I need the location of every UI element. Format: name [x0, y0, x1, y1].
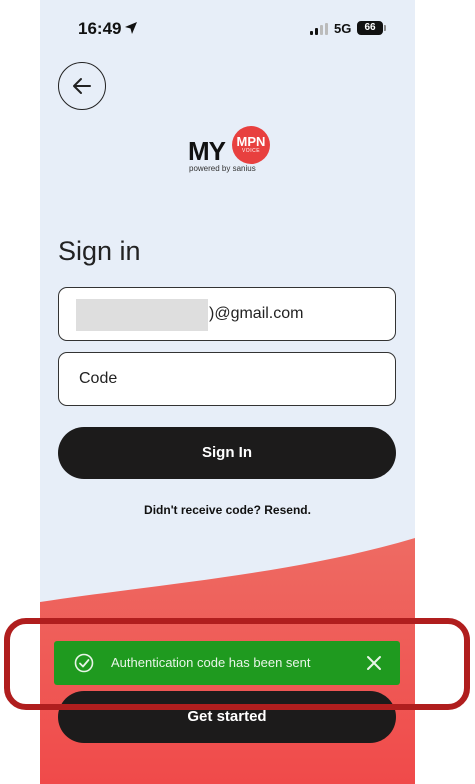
- status-bar: 16:49 5G 66: [40, 0, 415, 56]
- code-placeholder: Code: [79, 370, 118, 387]
- logo-badge: MPN VOICE: [232, 126, 270, 164]
- app-logo: MY MPN VOICE powered by sanius: [188, 124, 288, 176]
- email-value: )@gmail.com: [209, 305, 304, 322]
- location-arrow-icon: [125, 22, 137, 34]
- page-title: Sign in: [58, 236, 141, 266]
- arrow-left-icon: [73, 78, 91, 94]
- email-field[interactable]: )@gmail.com: [58, 287, 396, 341]
- status-time: 16:49: [78, 19, 122, 38]
- code-field[interactable]: Code: [58, 352, 396, 406]
- redacted-block: [76, 299, 208, 331]
- resend-link[interactable]: Didn't receive code? Resend.: [40, 503, 415, 517]
- logo-mpn-text: MPN: [236, 134, 266, 149]
- sign-in-button[interactable]: Sign In: [58, 427, 396, 479]
- battery-tip: [384, 25, 386, 31]
- network-type: 5G: [334, 21, 352, 36]
- logo-my-text: MY: [188, 136, 226, 166]
- highlight-annotation: [4, 618, 470, 710]
- back-button[interactable]: [58, 62, 106, 110]
- logo-powered-by: powered by sanius: [189, 164, 256, 173]
- battery-icon: 66: [357, 21, 383, 35]
- signal-bars-icon: [310, 23, 328, 35]
